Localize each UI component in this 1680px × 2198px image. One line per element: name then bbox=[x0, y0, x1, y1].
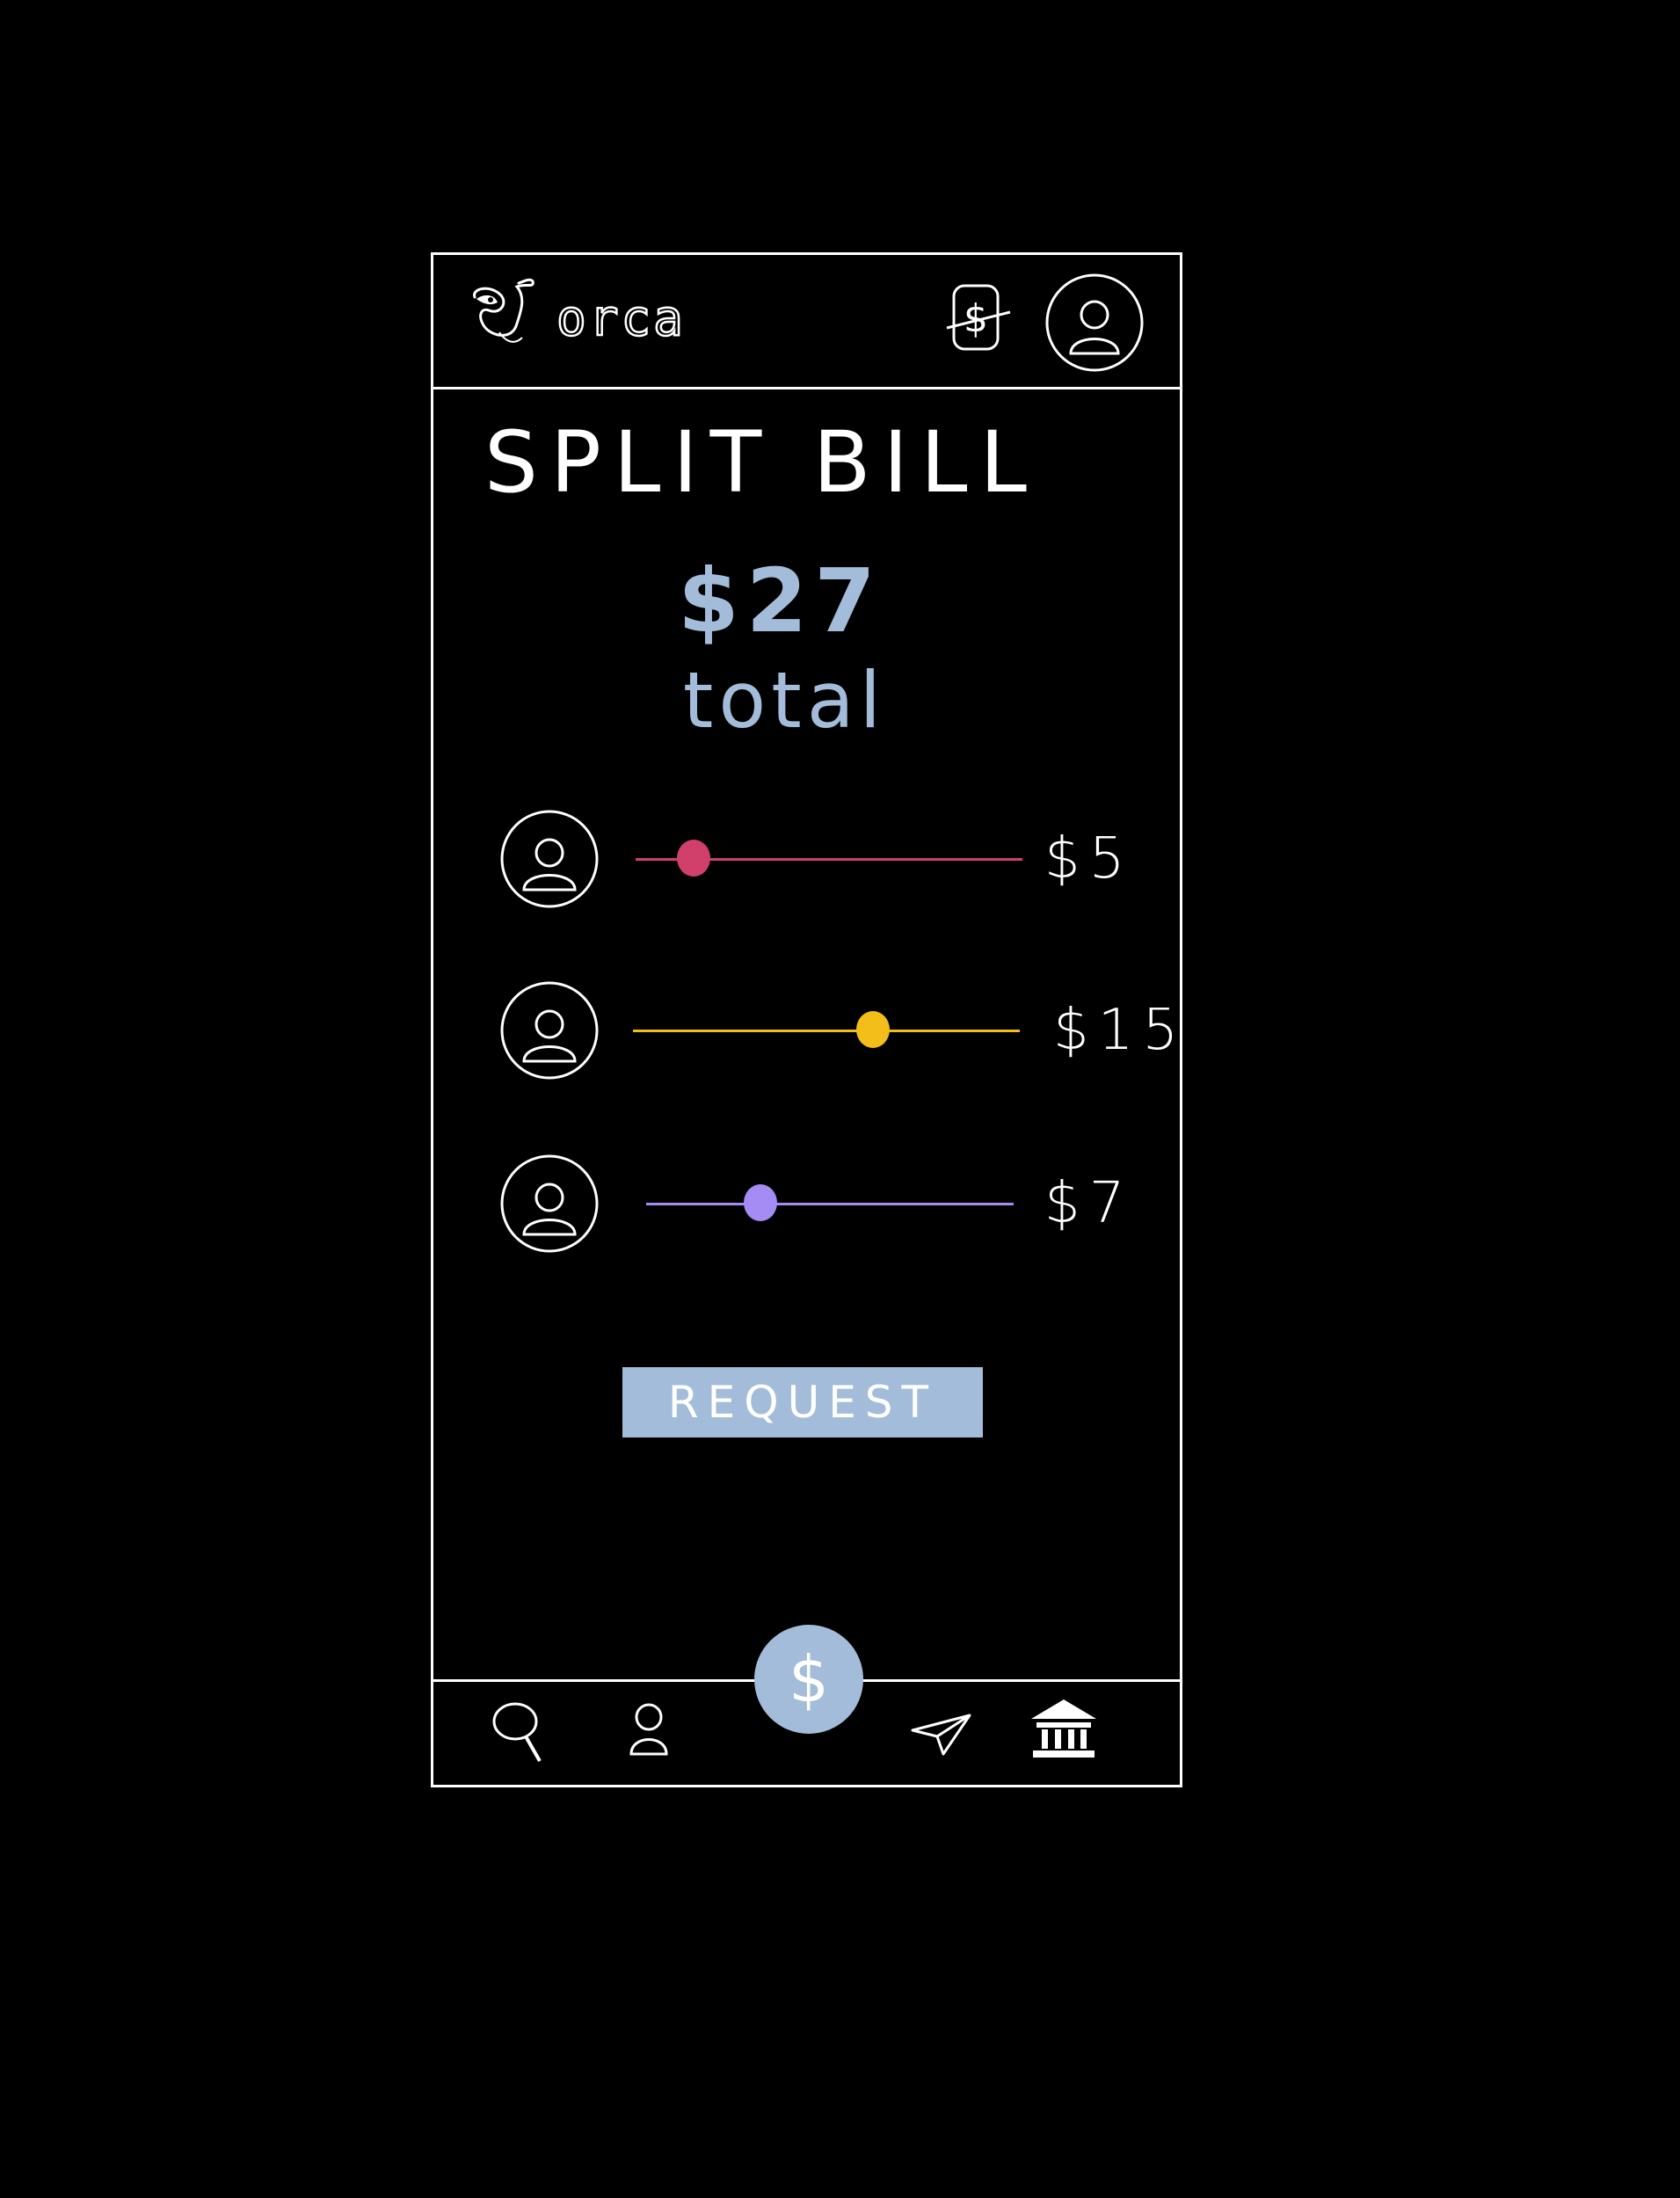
send-icon[interactable] bbox=[904, 1691, 983, 1770]
person-avatar-icon bbox=[500, 810, 599, 908]
total-amount: $27 bbox=[678, 550, 883, 652]
bank-icon[interactable] bbox=[1024, 1691, 1103, 1770]
request-button[interactable]: REQUEST bbox=[622, 1367, 983, 1437]
bottom-nav: $ bbox=[433, 1625, 1180, 1785]
split-amount: $5 bbox=[1044, 826, 1134, 892]
split-slider-thumb[interactable] bbox=[855, 1011, 890, 1048]
brand-name: orca bbox=[556, 289, 686, 349]
phone-frame: orca $ SPLIT BILL $27 total $5 $15 $7 RE… bbox=[431, 252, 1182, 1787]
person-avatar-icon bbox=[500, 1154, 599, 1253]
split-row: $5 bbox=[433, 809, 1180, 914]
split-row: $7 bbox=[433, 1154, 1180, 1259]
search-icon[interactable] bbox=[482, 1691, 561, 1770]
split-amount: $15 bbox=[1053, 998, 1188, 1063]
person-avatar-icon bbox=[500, 981, 599, 1080]
split-slider-thumb[interactable] bbox=[743, 1184, 777, 1221]
total-label: total bbox=[682, 655, 887, 746]
orca-logo-icon[interactable] bbox=[464, 271, 548, 359]
split-slider-thumb[interactable] bbox=[677, 840, 710, 877]
page-title: SPLIT BILL bbox=[484, 413, 1039, 512]
dollar-card-icon[interactable]: $ bbox=[943, 277, 1014, 360]
person-icon[interactable] bbox=[609, 1691, 688, 1770]
top-bar: orca $ bbox=[433, 255, 1180, 389]
split-slider-track[interactable] bbox=[633, 1030, 1020, 1032]
profile-avatar-icon[interactable] bbox=[1044, 273, 1145, 374]
split-row: $15 bbox=[433, 980, 1180, 1086]
split-slider-track[interactable] bbox=[646, 1203, 1014, 1205]
split-amount: $7 bbox=[1044, 1171, 1134, 1236]
dollar-icon[interactable]: $ bbox=[754, 1625, 863, 1734]
